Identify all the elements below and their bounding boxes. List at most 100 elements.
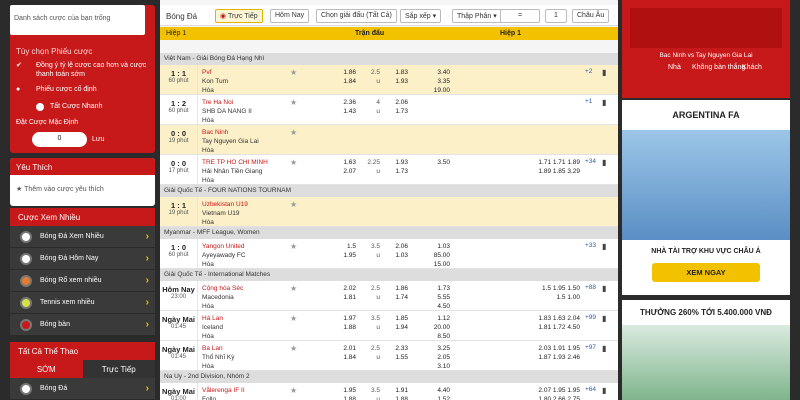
1x2-odds[interactable]: 3.40 3.35 19.00 — [415, 68, 450, 95]
ou-odds[interactable]: 1.91 1.88 — [382, 386, 408, 400]
odd-value[interactable]: 1.94 — [382, 323, 408, 332]
odd-value[interactable]: 1.84 — [328, 77, 356, 86]
menu-item-popular-football[interactable]: Bóng Đá Xem Nhiều › — [10, 226, 155, 248]
odd-value[interactable]: 1.55 — [382, 353, 408, 362]
default-stake-input[interactable]: 0 — [32, 132, 87, 147]
option-fixed-slip[interactable]: Phiếu cược cố định — [36, 86, 97, 93]
handicap-odds[interactable]: 1.95 1.88 — [328, 386, 356, 400]
stats-icon[interactable]: ▮ — [602, 68, 606, 77]
odd-value[interactable]: 2.06 — [382, 242, 408, 251]
favorite-star-icon[interactable]: ★ — [290, 242, 297, 251]
more-markets-link[interactable]: +64 — [585, 386, 596, 393]
odd-value[interactable]: 1.85 — [382, 314, 408, 323]
odd-value[interactable]: 1.03 — [382, 251, 408, 260]
ou-odds[interactable]: 1.83 1.93 — [382, 68, 408, 86]
odd-value[interactable]: 1.95 — [328, 386, 356, 395]
half1-odds[interactable]: 1.5 1.95 1.50 1.5 1.00 — [490, 284, 580, 302]
odd-value[interactable]: 1.73 — [382, 167, 408, 176]
match-row[interactable]: 1 : 1 60 phút Pvf Kon Tum Hòa ★ 1.86 1.84 2.5 u 1.… — [160, 65, 618, 95]
odd-value[interactable]: 2.07 — [328, 167, 356, 176]
odd-value[interactable]: 1.03 — [415, 242, 450, 251]
stats-icon[interactable]: ▮ — [602, 98, 606, 107]
option-odds-change[interactable]: Đồng ý tỷ lệ cược cao hơn và cược thanh … — [36, 61, 151, 79]
home-team[interactable]: Tre Ha Noi — [202, 98, 292, 107]
1x2-odds[interactable]: 1.12 20.00 8.50 — [415, 314, 450, 341]
promo-banner[interactable]: ARGENTINA FA NHÀ TÀI TRỢ KHU VỰC CHÂU Á … — [622, 100, 790, 295]
half1-odds[interactable]: 2.03 1.91 1.95 1.87 1.93 2.46 — [490, 344, 580, 362]
odd-value[interactable]: 1.63 — [553, 315, 566, 322]
odd-value[interactable]: 4.50 — [415, 302, 450, 311]
favorite-star-icon[interactable]: ★ — [290, 314, 297, 323]
stats-icon[interactable]: ▮ — [602, 284, 606, 293]
away-team[interactable]: Macedonia — [202, 293, 292, 302]
odd-value[interactable]: 4.50 — [567, 324, 580, 331]
stats-icon[interactable]: ▮ — [602, 344, 606, 353]
odd-value[interactable]: 1.95 — [567, 387, 580, 394]
odd-value[interactable]: 1.97 — [328, 314, 356, 323]
odd-value[interactable]: 2.04 — [567, 315, 580, 322]
odd-value[interactable]: 1.74 — [382, 293, 408, 302]
odd-value[interactable]: 3.40 — [415, 68, 450, 77]
odd-value[interactable]: 2.46 — [567, 354, 580, 361]
1x2-odds[interactable]: 1.03 85.00 15.00 — [415, 242, 450, 269]
stats-icon[interactable]: ▮ — [602, 386, 606, 395]
match-row[interactable]: Ngày Mai 01:45 Ba Lan Thổ Nhĩ Kỳ Hòa ★ 2.01 1.8… — [160, 341, 618, 371]
half1-odds[interactable]: 1.83 1.63 2.04 1.81 1.72 4.50 — [490, 314, 580, 332]
odd-value[interactable]: 1.50 — [567, 285, 580, 292]
odd-value[interactable]: 1.83 — [382, 68, 408, 77]
stake-eq[interactable]: = — [500, 9, 540, 23]
odd-value[interactable]: 3.25 — [415, 344, 450, 353]
favorite-star-icon[interactable]: ★ — [290, 284, 297, 293]
home-team[interactable]: Yangon United — [202, 242, 292, 251]
favorite-star-icon[interactable]: ★ — [290, 386, 297, 395]
match-row[interactable]: Ngày Mai 01:45 Hà Lan Iceland Hòa ★ 1.97 1.88 3.… — [160, 311, 618, 341]
favorite-star-icon[interactable]: ★ — [290, 68, 297, 77]
odd-value[interactable]: 1.00 — [567, 294, 580, 301]
odd-value[interactable]: 8.50 — [415, 332, 450, 341]
tab-live[interactable]: ◉ Trực Tiếp — [215, 9, 263, 23]
odd-value[interactable]: 15.00 — [415, 260, 450, 269]
favorite-star-icon[interactable]: ★ — [290, 344, 297, 353]
match-row[interactable]: 0 : 0 19 phút Bac Ninh Tay Nguyen Gia Lai Hò… — [160, 125, 618, 155]
half1-odds[interactable]: 2.07 1.95 1.95 1.80 2.66 2.75 — [490, 386, 580, 400]
odd-value[interactable]: 2.05 — [415, 353, 450, 362]
odd-value[interactable]: 1.43 — [328, 107, 356, 116]
odd-value[interactable]: 4.40 — [415, 386, 450, 395]
menu-item-table-tennis[interactable]: Bóng bàn › — [10, 314, 155, 336]
odd-value[interactable]: 1.95 — [553, 387, 566, 394]
odd-value[interactable]: 1.52 — [415, 395, 450, 400]
odd-value[interactable]: 1.84 — [328, 353, 356, 362]
odd-value[interactable]: 3.35 — [415, 77, 450, 86]
region-select[interactable]: Châu Âu — [572, 9, 610, 23]
odds-format-select[interactable]: Thập Phân ▾ — [452, 9, 502, 23]
handicap-odds[interactable]: 1.86 1.84 — [328, 68, 356, 86]
league-header[interactable]: Giải Quốc Tế - FOUR NATIONS TOURNAM — [160, 185, 618, 197]
stats-icon[interactable]: ▮ — [602, 242, 606, 251]
odd-value[interactable]: 1.88 — [328, 395, 356, 400]
odd-value[interactable]: 1.88 — [382, 395, 408, 400]
odd-value[interactable]: 1.73 — [415, 284, 450, 293]
odd-value[interactable]: 1.89 — [538, 168, 551, 175]
home-team[interactable]: Bac Ninh — [202, 128, 292, 137]
favorite-star-icon[interactable]: ★ — [290, 200, 297, 209]
home-team[interactable]: Cộng hòa Séc — [202, 284, 292, 293]
away-team[interactable]: Iceland — [202, 323, 292, 332]
odd-value[interactable]: 5.55 — [415, 293, 450, 302]
ou-odds[interactable]: 2.06 1.73 — [382, 98, 408, 116]
1x2-odds[interactable]: 1.73 5.55 4.50 — [415, 284, 450, 311]
odd-value[interactable]: 2.01 — [328, 344, 356, 353]
odd-value[interactable]: 1.87 — [538, 354, 551, 361]
match-row[interactable]: 0 : 0 17 phút TRE TP HO CHI MINH Hải Nhân T… — [160, 155, 618, 185]
odd-value[interactable]: 1.95 — [328, 251, 356, 260]
league-header[interactable]: Giải Quốc Tế - International Matches — [160, 269, 618, 281]
odd-value[interactable]: 1.81 — [328, 293, 356, 302]
stake-value[interactable]: 1 — [545, 9, 567, 23]
odd-value[interactable]: 1.5 — [328, 242, 356, 251]
odd-value[interactable]: 1.93 — [382, 77, 408, 86]
odd-value[interactable]: 3.50 — [415, 158, 450, 167]
odd-value[interactable]: 2.66 — [553, 396, 566, 400]
odd-value[interactable]: 2.06 — [382, 98, 408, 107]
odd-value[interactable]: 1.86 — [382, 284, 408, 293]
odd-value[interactable]: 1.85 — [553, 168, 566, 175]
odd-value[interactable]: 2.75 — [567, 396, 580, 400]
